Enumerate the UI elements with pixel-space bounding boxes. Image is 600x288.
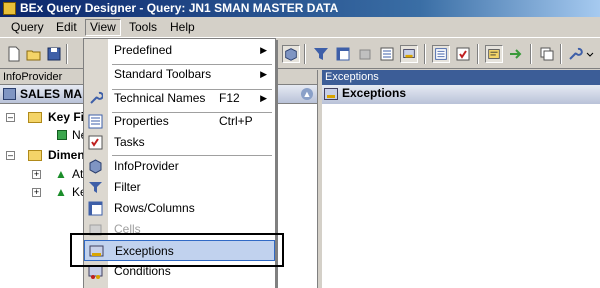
menu-item-label: Exceptions [115,244,174,258]
open-folder-icon[interactable] [25,45,43,63]
exceptions-pane-header: Exceptions [322,70,600,85]
cube-icon [3,88,16,100]
title-bar: BEx Query Designer - Query: JN1 SMAN MAS… [0,0,600,17]
technical-names-icon[interactable] [485,45,503,63]
menu-item-properties[interactable]: Properties Ctrl+P [84,111,275,132]
menu-item-tasks[interactable]: Tasks [84,132,275,153]
exceptions-icon [89,245,104,257]
menu-item-conditions[interactable]: Conditions [84,261,275,282]
menu-item-label: InfoProvider [114,159,179,173]
menu-item-label: Conditions [114,264,171,278]
tasks-icon[interactable] [454,45,472,63]
expand-toggle-icon[interactable]: + [32,170,41,179]
menu-item-infoprovider[interactable]: InfoProvider [84,156,275,177]
wrench-icon [90,91,103,104]
menu-bar: Query Edit View Tools Help [0,17,600,38]
menu-item-label: Standard Toolbars [114,67,212,81]
menu-item-label: Technical Names [114,91,206,105]
save-icon[interactable] [45,45,63,63]
exceptions-icon[interactable] [400,45,418,63]
menu-view[interactable]: View [85,19,121,36]
menu-item-shortcut: Ctrl+P [219,114,253,128]
toolbar-separator [530,44,532,64]
filter-icon[interactable] [312,45,330,63]
check-query-icon[interactable] [507,45,525,63]
new-icon[interactable] [5,45,23,63]
key-figure-icon [57,130,67,140]
exceptions-pane: Exceptions Exceptions [322,70,600,288]
menu-item-shortcut: F12 [219,91,240,105]
menu-item-cells: Cells [84,219,275,240]
menu-item-label: Tasks [114,135,145,149]
dimension-icon: ▲ [55,185,67,199]
menu-item-label: Cells [114,222,141,236]
collapse-icon[interactable]: ▲ [301,88,313,100]
tree-node-dimension-attr[interactable]: At [72,167,83,181]
copy-icon[interactable] [538,45,556,63]
collapse-toggle-icon[interactable]: – [6,151,15,160]
rows-columns-icon[interactable] [334,45,352,63]
menu-item-technical-names[interactable]: Technical Names F12 ▶ [84,88,275,109]
view-menu-dropdown: Predefined ▶ Standard Toolbars ▶ Technic… [83,38,276,288]
toolbar-separator [424,44,426,64]
expand-toggle-icon[interactable]: + [32,188,41,197]
filter-icon [89,182,102,193]
properties-icon[interactable] [432,45,450,63]
menu-help[interactable]: Help [166,19,199,36]
tools-wrench-icon[interactable] [566,45,584,63]
menu-item-label: Properties [114,114,169,128]
menu-item-predefined[interactable]: Predefined ▶ [84,40,275,61]
toolbar-separator [66,44,68,64]
exceptions-icon [324,88,338,100]
dimension-icon: ▲ [55,167,67,181]
cube-icon [89,159,102,174]
cells-icon[interactable] [356,45,374,63]
folder-icon [28,112,42,123]
infoprovider-cube-icon[interactable] [282,45,300,63]
menu-item-label: Rows/Columns [114,201,195,215]
menu-item-standard-toolbars[interactable]: Standard Toolbars ▶ [84,64,275,85]
toolbar-separator [477,44,479,64]
menu-item-label: Filter [114,180,141,194]
menu-item-label: Predefined [114,43,173,57]
properties-icon [88,114,103,129]
tasks-icon [88,135,103,150]
menu-item-filter[interactable]: Filter [84,177,275,198]
tree-node-key-figures[interactable]: Key Fi [48,110,84,124]
menu-item-rows-columns[interactable]: Rows/Columns [84,198,275,219]
menu-tools[interactable]: Tools [125,19,161,36]
toolbar-separator [560,44,562,64]
toolbar-separator [304,44,306,64]
rows-columns-icon [88,201,103,216]
tree-node-dimensions[interactable]: Dimen [48,148,85,162]
menu-item-exceptions[interactable]: Exceptions [84,240,275,261]
submenu-arrow-icon: ▶ [260,45,267,55]
window-title: BEx Query Designer - Query: JN1 SMAN MAS… [20,1,339,15]
infoprovider-title: SALES MA [20,87,83,101]
conditions-icon [88,265,103,279]
folder-icon [28,150,42,161]
exceptions-title-bar: Exceptions [322,85,600,104]
exceptions-title: Exceptions [342,86,407,100]
cells-icon [89,224,102,236]
properties-list-icon[interactable] [378,45,396,63]
app-icon [3,2,16,15]
collapse-toggle-icon[interactable]: – [6,113,15,122]
menu-query[interactable]: Query [7,19,48,36]
toolbar-dropdown-chevron-icon[interactable] [584,45,596,63]
menu-edit[interactable]: Edit [52,19,81,36]
submenu-arrow-icon: ▶ [260,93,267,103]
submenu-arrow-icon: ▶ [260,69,267,79]
